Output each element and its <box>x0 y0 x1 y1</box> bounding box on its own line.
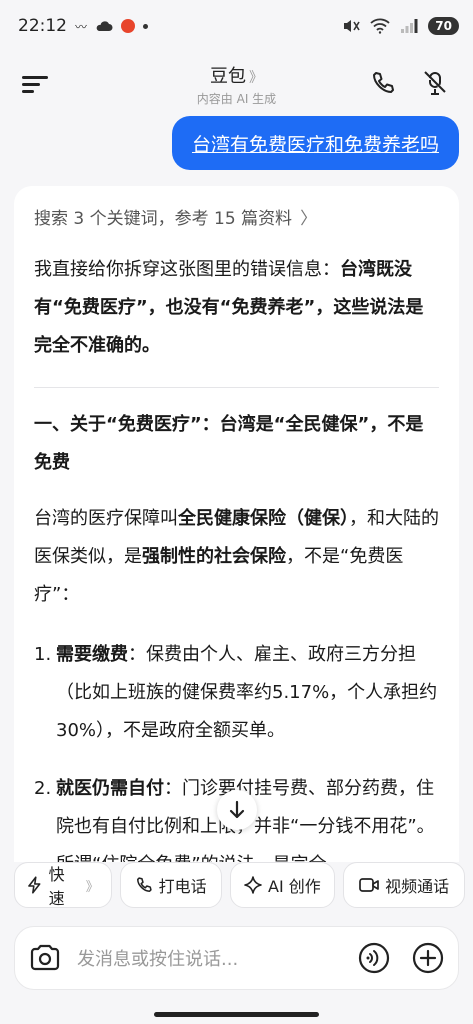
quick-mode-button[interactable]: 快速 》 <box>14 862 112 908</box>
search-references[interactable]: 搜索 3 个关键词，参考 15 篇资料〉 <box>34 204 439 229</box>
call-label: 打电话 <box>158 877 207 896</box>
call-button[interactable]: 打电话 <box>119 862 222 908</box>
answer-intro-paragraph: 我直接给你拆穿这张图里的错误信息：台湾既没有“免费医疗”，也没有“免费养老”，这… <box>34 251 439 365</box>
cloud-icon <box>96 21 113 31</box>
phone-call-icon[interactable] <box>370 70 396 96</box>
chat-title-text: 豆包 <box>210 66 246 87</box>
app-notification-icon <box>121 19 136 33</box>
camera-icon[interactable] <box>29 943 61 973</box>
video-icon <box>359 878 379 892</box>
status-bar: 22:12 〰 70 <box>0 0 473 52</box>
health-insurance-paragraph: 台湾的医疗保障叫全民健康保险（健保），和大陆的医保类似，是强制性的社会保险，不是… <box>34 500 439 614</box>
section-heading: 一、关于“免费医疗”：台湾是“全民健保”，不是免费 <box>34 414 424 473</box>
list-item-title: 需要缴费 <box>56 644 128 665</box>
lightning-icon <box>28 876 41 894</box>
video-call-label: 视频通话 <box>385 877 450 896</box>
wave-icon: 〰 <box>75 19 88 34</box>
list-number: 2. <box>34 778 52 799</box>
divider <box>34 387 439 388</box>
sparkle-icon <box>244 876 262 894</box>
more-notifications-icon <box>143 23 149 29</box>
voice-input-icon[interactable] <box>358 942 390 974</box>
list-item-title: 就医仍需自付 <box>56 778 164 799</box>
list-item-body: 需要缴费：保费由个人、雇主、政府三方分担（比如上班族的健保费率约5.17%，个人… <box>56 636 439 750</box>
p2-bold-b: 全民健康保险（健保） <box>178 508 349 529</box>
wifi-icon <box>370 18 390 34</box>
chat-title[interactable]: 豆包》 <box>0 62 473 88</box>
scroll-to-bottom-button[interactable] <box>217 790 257 830</box>
chevron-right-icon: 〉 <box>300 209 318 229</box>
status-time: 22:12 <box>18 16 67 36</box>
list-item: 1. 需要缴费：保费由个人、雇主、政府三方分担（比如上班族的健保费率约5.17%… <box>34 636 439 750</box>
user-message-bubble[interactable]: 台湾有免费医疗和免费养老吗 <box>171 116 459 170</box>
video-call-button[interactable]: 视频通话 <box>343 862 465 908</box>
chevron-right-icon: 》 <box>85 879 99 895</box>
search-references-text: 搜索 3 个关键词，参考 15 篇资料 <box>34 209 293 229</box>
battery-icon: 70 <box>428 17 459 35</box>
message-input[interactable]: 发消息或按住说话... <box>77 945 358 971</box>
ai-create-label: AI 创作 <box>268 877 321 896</box>
phone-icon <box>136 877 152 892</box>
message-input-bar: 发消息或按住说话... <box>14 926 459 990</box>
assistant-answer-card: 搜索 3 个关键词，参考 15 篇资料〉 我直接给你拆穿这张图里的错误信息：台湾… <box>14 186 459 866</box>
arrow-down-icon <box>229 800 245 819</box>
quick-mode-label: 快速 <box>48 865 65 908</box>
p2-text-a: 台湾的医疗保障叫 <box>34 508 178 529</box>
mute-status-icon <box>344 20 360 32</box>
home-indicator[interactable] <box>154 1012 319 1017</box>
p2-bold-d: 强制性的社会保险 <box>142 546 286 567</box>
mute-voice-icon[interactable] <box>422 68 448 96</box>
chevron-right-icon: 》 <box>249 70 263 86</box>
signal-icon <box>401 19 418 33</box>
quick-actions-bar: 快速 》 打电话 AI 创作 视频通话 <box>0 862 473 914</box>
list-number: 1. <box>34 644 52 665</box>
plus-circle-icon[interactable] <box>412 942 444 974</box>
intro-text: 我直接给你拆穿这张图里的错误信息： <box>34 259 340 280</box>
ai-generated-note: 内容由 AI 生成 <box>196 92 277 106</box>
ai-create-button[interactable]: AI 创作 <box>229 862 336 908</box>
chat-header: 豆包》 内容由 AI 生成 <box>0 56 473 112</box>
